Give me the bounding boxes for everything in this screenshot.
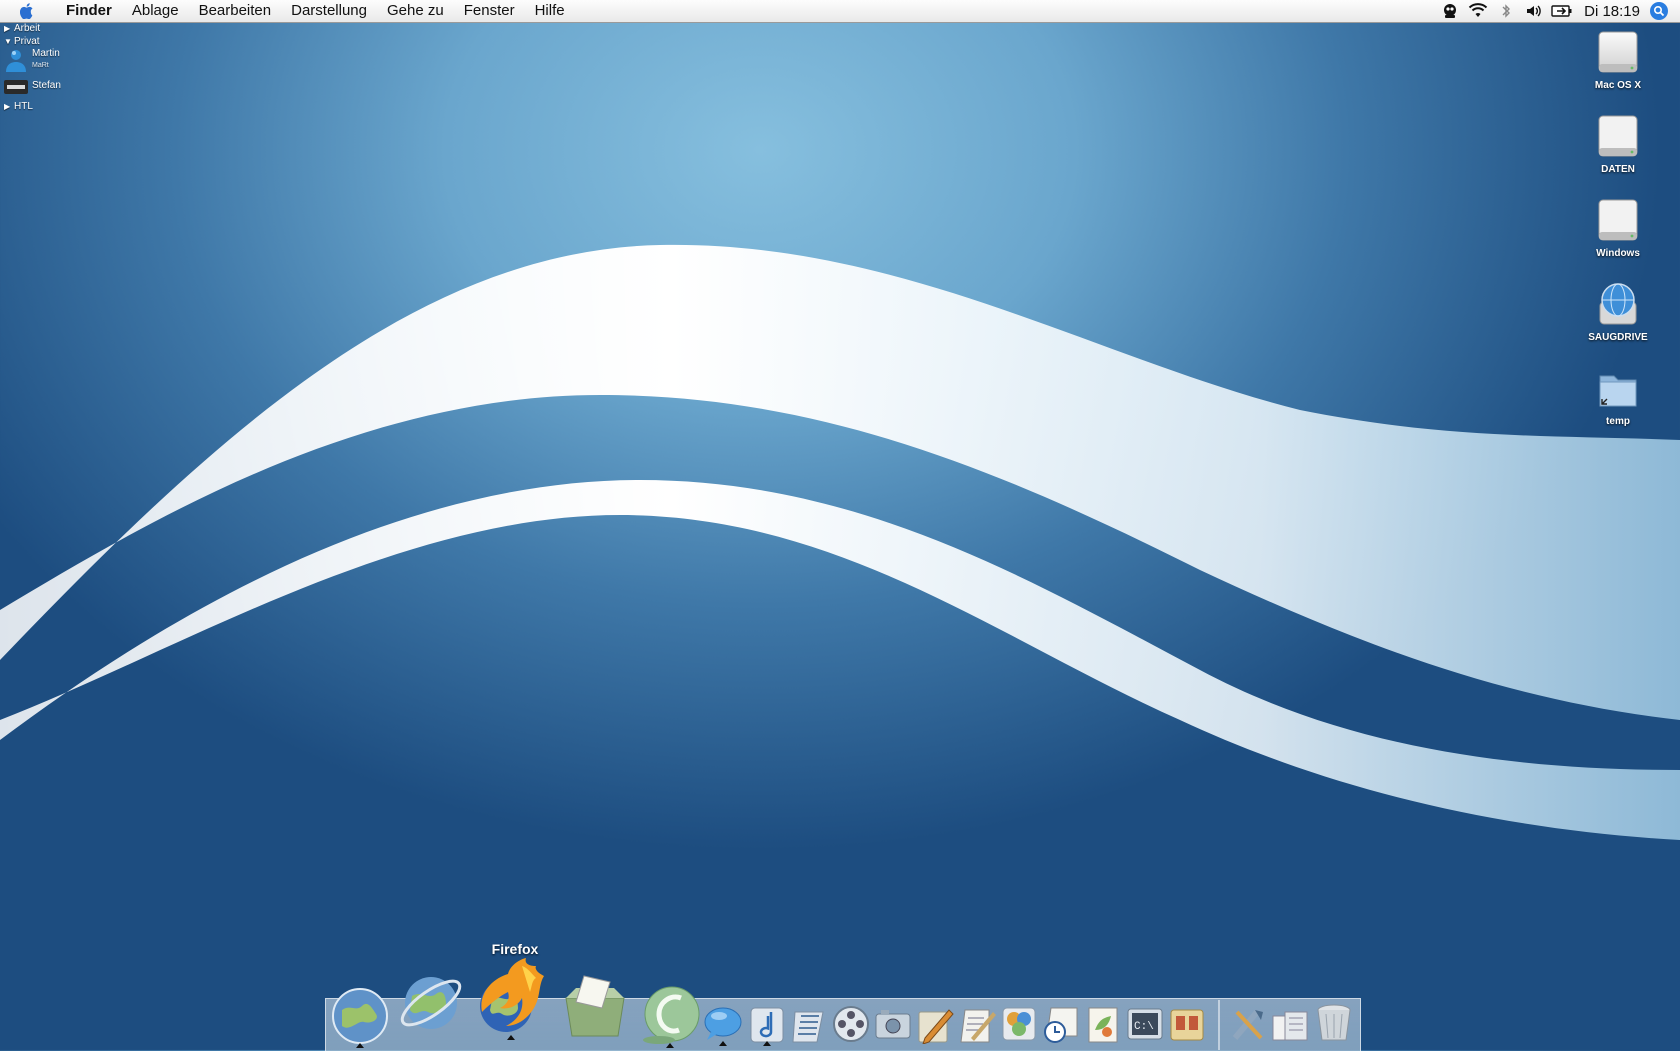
bluetooth-icon[interactable] bbox=[1495, 0, 1517, 22]
dock-item-adium[interactable] bbox=[638, 982, 702, 1048]
disclosure-collapsed-icon: ▶ bbox=[4, 101, 11, 111]
textedit-icon bbox=[960, 1009, 996, 1043]
buddy-group-label: Privat bbox=[14, 36, 40, 47]
adium-icon bbox=[643, 986, 700, 1044]
desktop-icon-mac-os-x[interactable]: Mac OS X bbox=[1578, 28, 1658, 91]
dock-item-firefox[interactable] bbox=[472, 956, 550, 1040]
running-indicator bbox=[356, 1043, 364, 1048]
contact-stefan[interactable]: Stefan bbox=[4, 80, 61, 100]
desktop-wallpaper bbox=[0, 244, 1680, 840]
dock-item-dvd-player[interactable] bbox=[830, 1002, 872, 1044]
desktop-icon-saugdrive[interactable]: SAUGDRIVE bbox=[1578, 280, 1658, 343]
dock-item-iphoto[interactable] bbox=[872, 1002, 914, 1044]
dock-item-terminal[interactable]: C:\ bbox=[1124, 1002, 1166, 1044]
camino-icon bbox=[400, 977, 462, 1029]
dock-item-textedit[interactable] bbox=[956, 1002, 998, 1044]
contact-martin[interactable]: Martin MaRt bbox=[4, 48, 61, 80]
wifi-icon[interactable] bbox=[1467, 0, 1489, 22]
dock-item-utilities[interactable] bbox=[1228, 1002, 1270, 1044]
menu-darstellung[interactable]: Darstellung bbox=[281, 0, 377, 22]
buddy-group-arbeit[interactable]: ▶ Arbeit bbox=[4, 22, 61, 35]
contact-name: Stefan bbox=[32, 80, 61, 91]
imovie-icon bbox=[792, 1011, 824, 1043]
disclosure-collapsed-icon: ▶ bbox=[4, 23, 11, 33]
desktop-icon-label: DATEN bbox=[1601, 164, 1635, 175]
svg-text:C:\: C:\ bbox=[1134, 1021, 1154, 1033]
desktop-icon-label: SAUGDRIVE bbox=[1588, 332, 1648, 343]
puzzle-app-icon bbox=[1002, 1007, 1036, 1041]
menu-gehe-zu[interactable]: Gehe zu bbox=[377, 0, 454, 22]
dock-item-documents-stack[interactable] bbox=[1270, 1002, 1312, 1044]
desktop-icon-label: Windows bbox=[1596, 248, 1640, 259]
contact-name: Martin bbox=[32, 48, 60, 59]
iphoto-icon bbox=[875, 1010, 911, 1039]
folder-alias-icon bbox=[1594, 364, 1642, 412]
dock-item-puzzle-app[interactable] bbox=[998, 1002, 1040, 1044]
dock-tooltip: Firefox bbox=[491, 941, 539, 957]
firefox-icon bbox=[480, 958, 544, 1032]
dock-divider bbox=[1218, 1000, 1220, 1050]
dock-item-trash[interactable] bbox=[1312, 1000, 1356, 1044]
pencil-app-icon bbox=[918, 1009, 954, 1044]
apple-menu-icon[interactable] bbox=[16, 0, 38, 22]
spotlight-icon[interactable] bbox=[1650, 2, 1668, 20]
menu-bar: Finder Ablage Bearbeiten Darstellung Geh… bbox=[0, 0, 1680, 23]
battery-icon[interactable] bbox=[1551, 0, 1573, 22]
running-indicator bbox=[507, 1035, 515, 1040]
menu-fenster[interactable]: Fenster bbox=[454, 0, 525, 22]
clock-app-icon bbox=[1044, 1007, 1078, 1043]
terminal-icon: C:\ bbox=[1127, 1008, 1163, 1040]
dock-item-itunes[interactable] bbox=[746, 1002, 788, 1046]
disclosure-expanded-icon: ▼ bbox=[4, 36, 12, 46]
dock-item-pencil-app[interactable] bbox=[914, 1002, 956, 1044]
contact-status-text: MaRt bbox=[32, 62, 49, 69]
menubar-clock[interactable]: Di 18:19 bbox=[1576, 3, 1650, 20]
hard-drive-icon bbox=[1594, 112, 1642, 160]
desktop-icon-label: Mac OS X bbox=[1594, 80, 1642, 91]
dock-item-camino[interactable] bbox=[396, 968, 466, 1038]
menu-finder[interactable]: Finder bbox=[56, 0, 122, 22]
desktop-icon-daten[interactable]: DATEN bbox=[1578, 112, 1658, 175]
dock-item-globe-browser[interactable] bbox=[328, 982, 392, 1048]
menu-hilfe[interactable]: Hilfe bbox=[525, 0, 575, 22]
mail-stamp-icon bbox=[565, 975, 625, 1037]
volume-icon[interactable] bbox=[1523, 0, 1545, 22]
adium-status-icon[interactable] bbox=[1439, 0, 1461, 22]
utilities-icon bbox=[1232, 1010, 1263, 1040]
buddy-list: ▶ Arbeit ▼ Privat Martin MaRt Stefan ▶ H… bbox=[4, 22, 61, 113]
itunes-icon bbox=[750, 1007, 784, 1043]
running-indicator bbox=[719, 1041, 727, 1046]
hard-drive-icon bbox=[1594, 28, 1642, 76]
hard-drive-icon bbox=[1594, 196, 1642, 244]
dock-item-clock-app[interactable] bbox=[1040, 1002, 1082, 1044]
notes-app-icon bbox=[1170, 1009, 1204, 1041]
dock-item-imovie[interactable] bbox=[788, 1002, 830, 1044]
dock-item-preview[interactable] bbox=[1082, 1002, 1124, 1044]
globe-browser-icon bbox=[332, 988, 388, 1044]
running-indicator bbox=[763, 1041, 771, 1046]
documents-stack-icon bbox=[1272, 1011, 1308, 1041]
dock-item-ichat[interactable] bbox=[702, 1002, 744, 1046]
buddy-group-privat[interactable]: ▼ Privat bbox=[4, 35, 61, 48]
avatar-person-icon bbox=[4, 48, 28, 72]
menu-bearbeiten[interactable]: Bearbeiten bbox=[189, 0, 282, 22]
buddy-group-htl[interactable]: ▶ HTL bbox=[4, 100, 61, 113]
desktop-icon-label: temp bbox=[1606, 416, 1630, 427]
buddy-group-label: Arbeit bbox=[14, 23, 41, 34]
trash-icon bbox=[1317, 1004, 1351, 1041]
dock-item-mail-stamp[interactable] bbox=[560, 968, 630, 1040]
buddy-group-label: HTL bbox=[14, 101, 33, 112]
dvd-player-icon bbox=[833, 1006, 869, 1042]
dock-item-notes-app[interactable] bbox=[1166, 1002, 1208, 1044]
running-indicator bbox=[666, 1043, 674, 1048]
preview-icon bbox=[1088, 1007, 1118, 1043]
ichat-icon bbox=[704, 1007, 742, 1040]
desktop-icon-windows[interactable]: Windows bbox=[1578, 196, 1658, 259]
network-drive-icon bbox=[1594, 280, 1642, 328]
menu-ablage[interactable]: Ablage bbox=[122, 0, 189, 22]
desktop-icon-temp[interactable]: temp bbox=[1578, 364, 1658, 427]
avatar-logo-icon bbox=[4, 80, 28, 94]
